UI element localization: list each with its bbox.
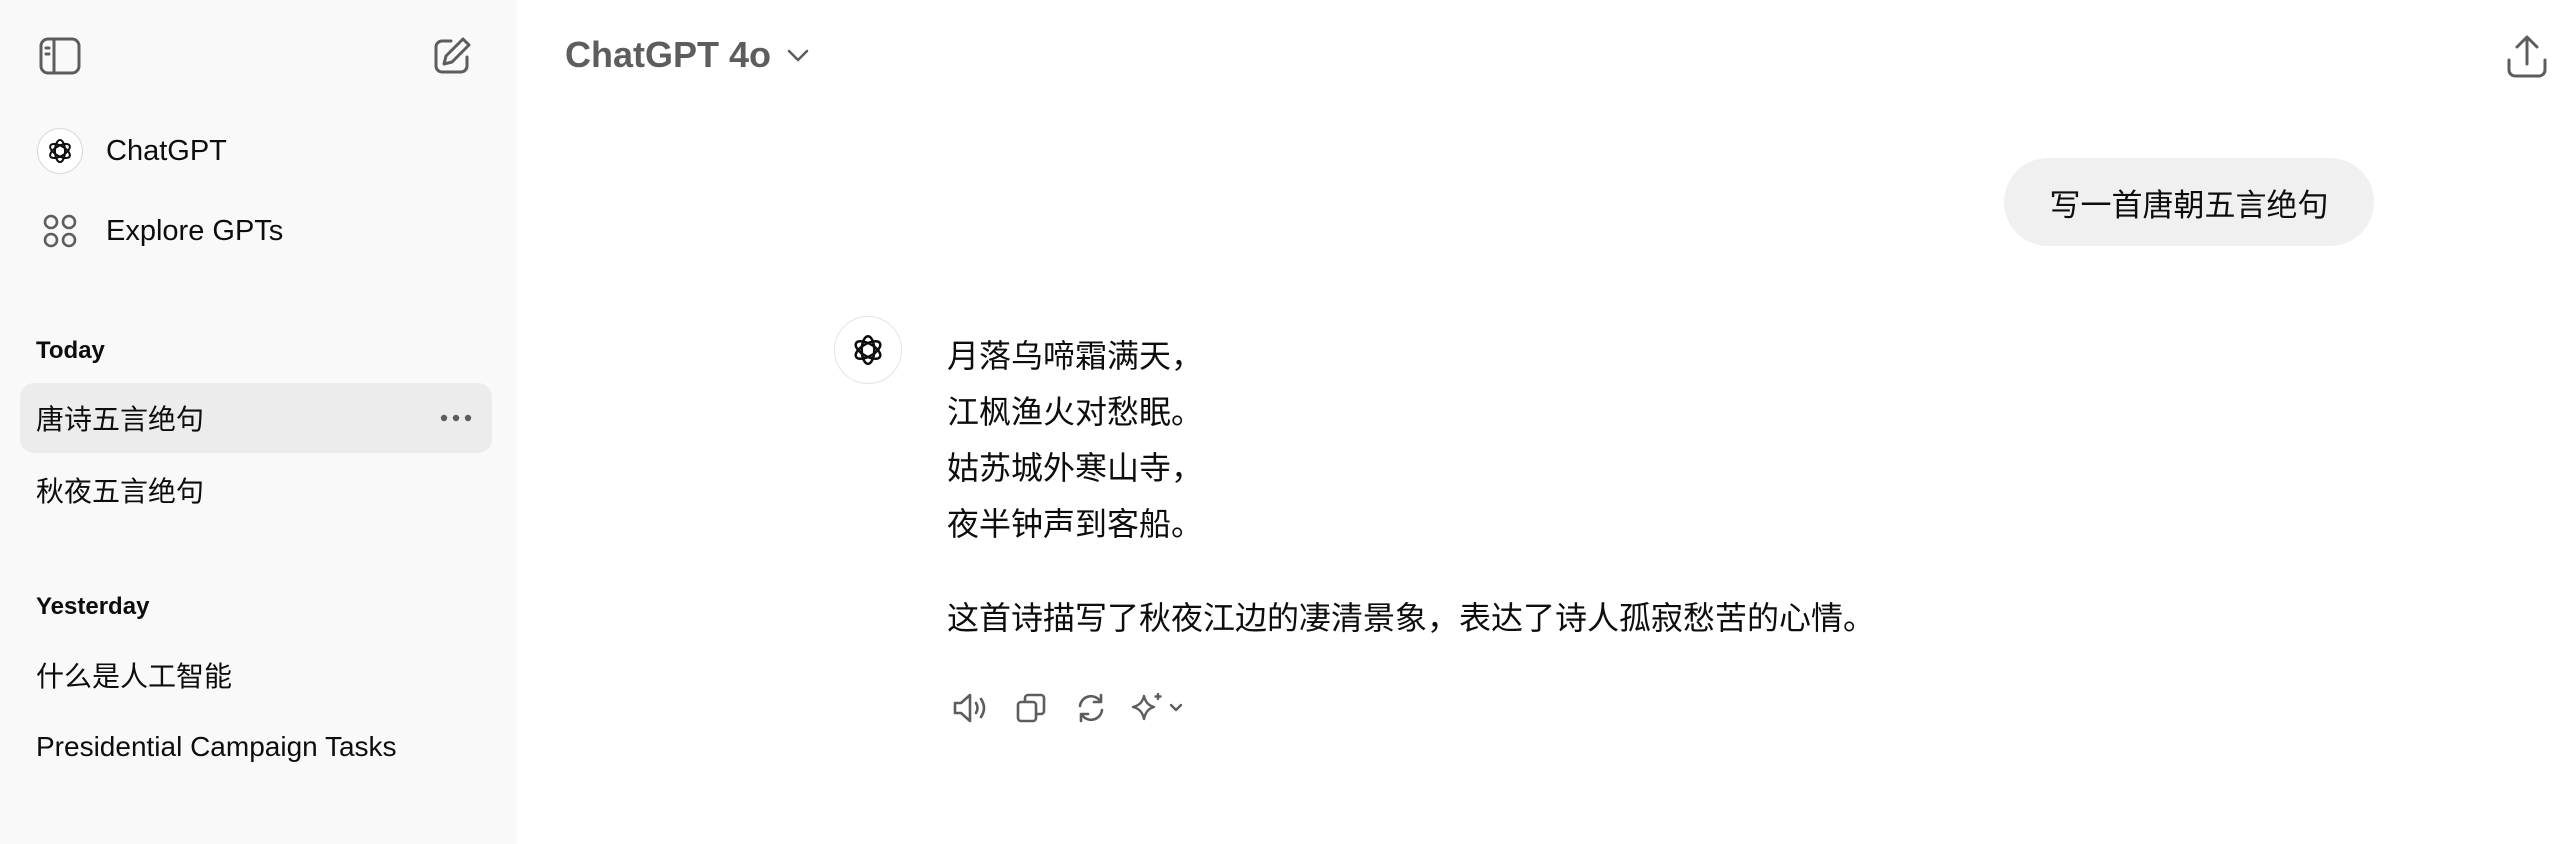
sparkle-model-icon — [1131, 692, 1183, 721]
assistant-description: 这首诗描写了秋夜江边的凄清景象，表达了诗人孤寂愁苦的心情。 — [947, 600, 1876, 636]
toggle-sidebar-button[interactable] — [34, 30, 86, 82]
chat-history-item[interactable]: 唐诗五言绝句 — [20, 383, 492, 453]
openai-logo-icon — [854, 335, 882, 365]
chevron-down-icon — [787, 49, 809, 62]
poem-line: 月落乌啼霜满天， — [947, 338, 1204, 374]
switch-model-button[interactable] — [1127, 684, 1191, 732]
sidebar: ChatGPT Explore GPTs Today 唐诗五言绝句 秋夜五言绝句… — [0, 0, 517, 844]
more-options-button[interactable] — [438, 401, 474, 435]
ellipsis-icon — [440, 414, 472, 422]
poem-line: 夜半钟声到客船。 — [947, 506, 1204, 542]
edit-icon — [434, 37, 471, 74]
nav-label: ChatGPT — [106, 134, 227, 167]
regenerate-icon — [1078, 693, 1104, 723]
grid-icon — [43, 214, 77, 248]
chat-history-item[interactable]: 什么是人工智能 — [20, 640, 492, 710]
message-actions — [947, 684, 1203, 732]
chat-history-label: 唐诗五言绝句 — [36, 404, 205, 435]
assistant-avatar — [834, 316, 902, 384]
chat-history-label: 秋夜五言绝句 — [36, 476, 205, 507]
read-aloud-button[interactable] — [947, 684, 995, 732]
section-title-yesterday: Yesterday — [36, 593, 150, 620]
user-message-text: 写一首唐朝五言绝句 — [2049, 187, 2329, 223]
openai-logo-icon — [37, 128, 83, 174]
poem-line: 江枫渔火对愁眠。 — [947, 394, 1204, 430]
section-title-today: Today — [36, 337, 105, 364]
new-chat-button[interactable] — [426, 30, 478, 82]
share-icon — [2507, 35, 2547, 78]
model-label: ChatGPT 4o — [565, 34, 772, 75]
nav-chatgpt[interactable]: ChatGPT — [20, 119, 492, 183]
nav-explore-gpts[interactable]: Explore GPTs — [20, 199, 492, 263]
chat-history-item[interactable]: 秋夜五言绝句 — [20, 455, 492, 525]
chat-history-item[interactable]: Presidential Campaign Tasks — [20, 712, 492, 782]
regenerate-button[interactable] — [1067, 684, 1115, 732]
sidebar-icon — [39, 37, 81, 75]
read-aloud-icon — [953, 693, 986, 723]
poem-line: 姑苏城外寒山寺， — [947, 450, 1204, 486]
chat-history-label: 什么是人工智能 — [36, 661, 233, 692]
copy-button[interactable] — [1007, 684, 1055, 732]
user-message-bubble: 写一首唐朝五言绝句 — [2004, 158, 2374, 246]
chat-history-label: Presidential Campaign Tasks — [36, 731, 397, 762]
share-button[interactable] — [2498, 28, 2556, 86]
nav-label: Explore GPTs — [106, 214, 284, 247]
model-selector[interactable]: ChatGPT 4o — [565, 28, 811, 82]
copy-icon — [1016, 693, 1046, 723]
assistant-poem: 月落乌啼霜满天， 江枫渔火对愁眠。 姑苏城外寒山寺， 夜半钟声到客船。 — [947, 328, 1203, 552]
